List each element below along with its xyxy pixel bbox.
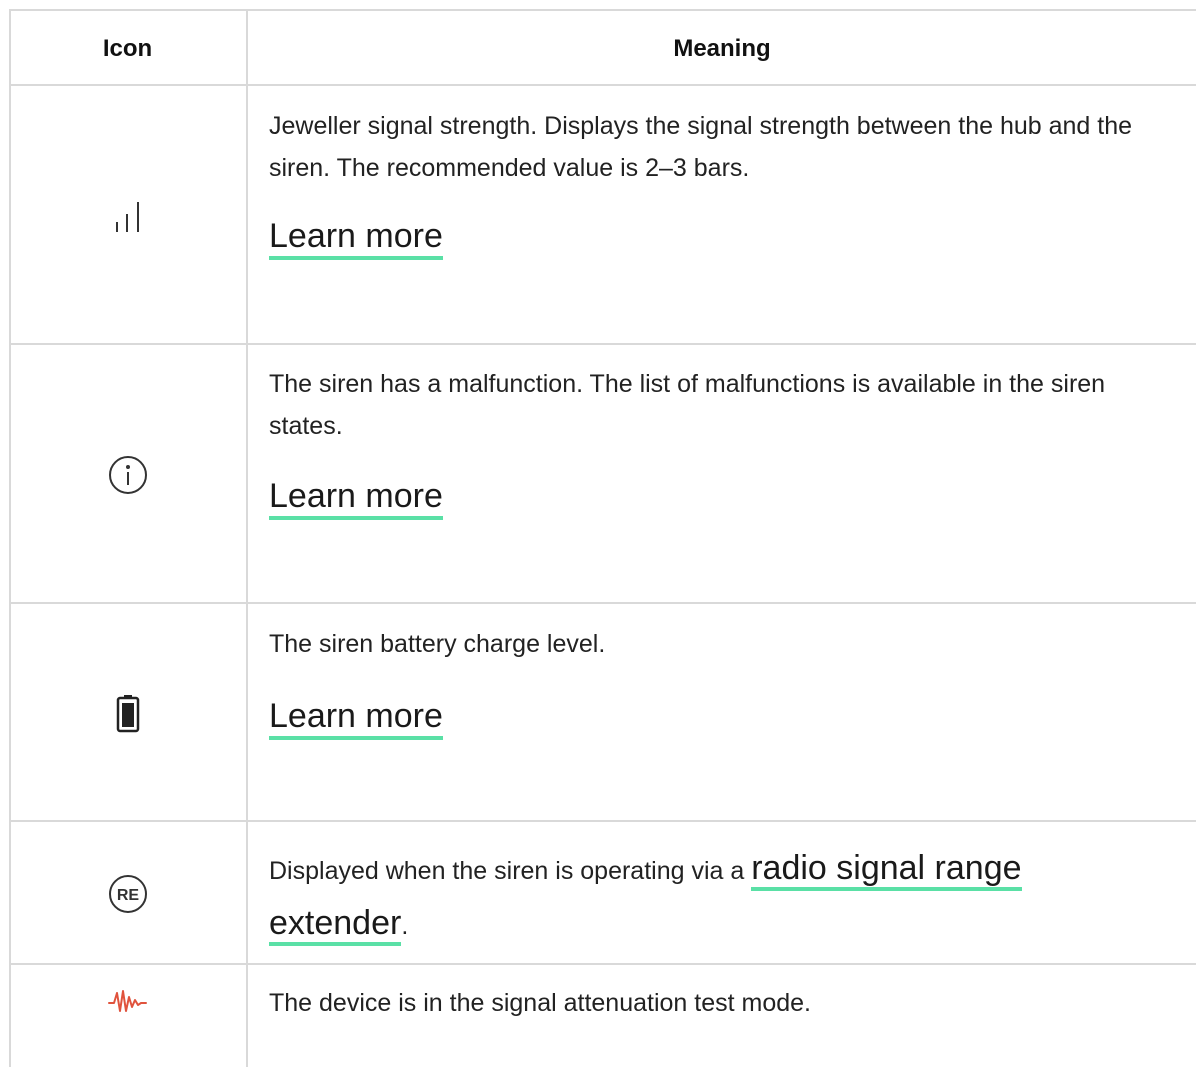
row-description: The siren battery charge level. — [269, 630, 606, 658]
icons-table: Icon Meaning Jeweller signal strength. D… — [9, 9, 1196, 1067]
meaning-cell: Displayed when the siren is operating vi… — [248, 822, 1196, 965]
signal-strength-icon — [110, 196, 146, 236]
info-circle-icon — [107, 454, 149, 496]
icon-cell — [9, 86, 246, 345]
icon-cell — [9, 604, 246, 822]
table-row: The siren has a malfunction. The list of… — [9, 343, 1196, 604]
range-extender-link[interactable]: radio signal range — [751, 849, 1022, 891]
icon-cell — [9, 345, 246, 604]
icon-cell — [9, 965, 246, 1067]
signal-attenuation-test-icon — [106, 987, 150, 1017]
table-row: RE Displayed when the siren is operating… — [9, 820, 1196, 965]
table-left-border — [9, 9, 11, 1067]
row-description: Displayed when the siren is operating vi… — [269, 842, 1166, 952]
svg-text:RE: RE — [116, 887, 139, 904]
header-meaning-cell: Meaning — [248, 11, 1196, 86]
learn-more-link[interactable]: Learn more — [269, 217, 443, 260]
icon-cell: RE — [9, 822, 246, 965]
header-icon-cell: Icon — [9, 11, 246, 86]
meaning-cell: Jeweller signal strength. Displays the s… — [248, 86, 1196, 345]
table-row: Jeweller signal strength. Displays the s… — [9, 84, 1196, 345]
learn-more-link[interactable]: Learn more — [269, 477, 443, 520]
table-header-row: Icon Meaning — [9, 9, 1196, 86]
description-prefix: Displayed when the siren is operating vi… — [269, 857, 752, 885]
range-extender-icon: RE — [107, 873, 149, 915]
learn-more-link[interactable]: Learn more — [269, 697, 443, 740]
row-description: Jeweller signal strength. Displays the s… — [269, 112, 1133, 182]
range-extender-link-continued[interactable]: extender — [269, 904, 402, 946]
meaning-cell: The siren has a malfunction. The list of… — [248, 345, 1196, 604]
row-description: The device is in the signal attenuation … — [269, 989, 811, 1017]
battery-icon — [115, 693, 141, 733]
table-row: The device is in the signal attenuation … — [9, 963, 1196, 1067]
header-icon: Icon — [102, 34, 153, 62]
meaning-cell: The siren battery charge level. Learn mo… — [248, 604, 1196, 822]
table-row: The siren battery charge level. Learn mo… — [9, 602, 1196, 822]
description-suffix: . — [401, 912, 409, 940]
header-meaning: Meaning — [673, 34, 771, 62]
meaning-cell: The device is in the signal attenuation … — [248, 965, 1196, 1067]
row-description: The siren has a malfunction. The list of… — [269, 370, 1106, 440]
